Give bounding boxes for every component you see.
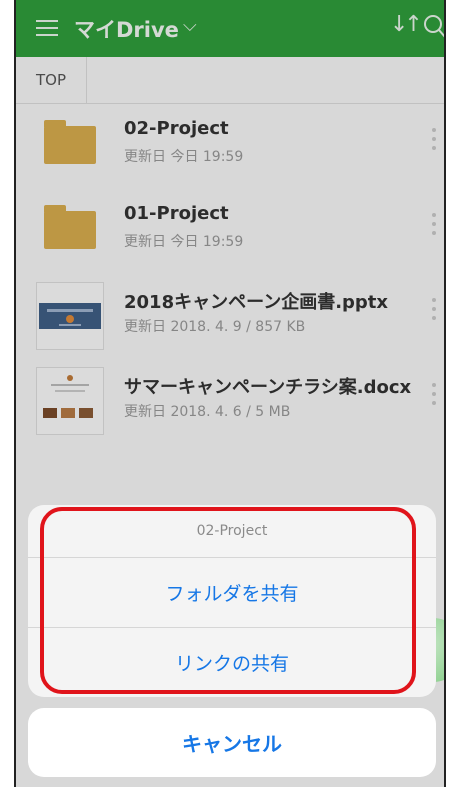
share-link-button[interactable]: リンクの共有 — [28, 628, 436, 697]
action-sheet: 02-Project フォルダを共有 リンクの共有 — [28, 505, 436, 697]
phone-screen: マイDrive ⌵ ↓↑ TOP 02-Project 更新日 今日 19:59… — [14, 0, 446, 787]
cancel-button[interactable]: キャンセル — [28, 708, 436, 777]
action-sheet-title: 02-Project — [28, 505, 436, 558]
share-folder-button[interactable]: フォルダを共有 — [28, 558, 436, 628]
